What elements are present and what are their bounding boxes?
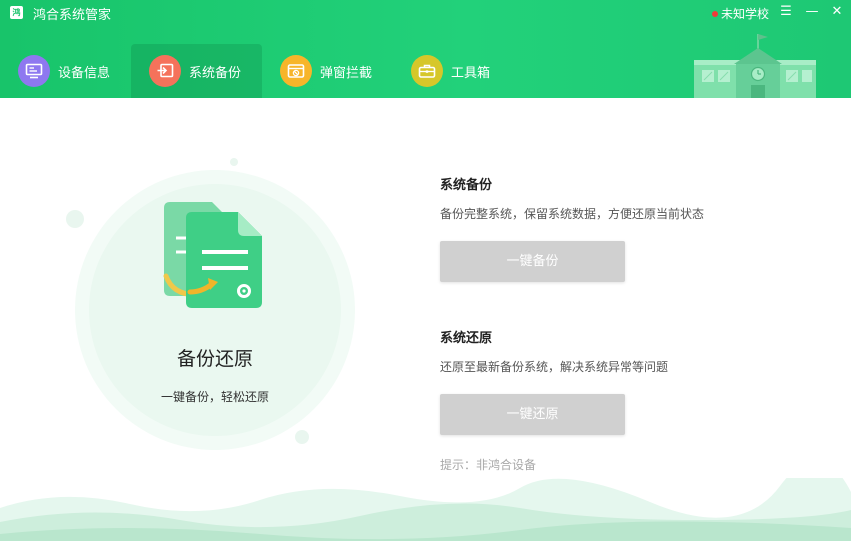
tab-system-backup[interactable]: 系统备份: [131, 44, 262, 98]
title-bar: 鸿 鸿合系统管家 未知学校 ☰ — ✕: [0, 0, 851, 26]
tab-label: 弹窗拦截: [320, 65, 373, 81]
school-name-label: 未知学校: [721, 7, 770, 21]
close-button[interactable]: ✕: [829, 4, 845, 20]
panel-subtitle: 一键备份，轻松还原: [160, 390, 269, 404]
toolbox-icon: [411, 55, 443, 87]
status-dot-icon: [712, 10, 718, 17]
school-building-illustration: [694, 34, 816, 98]
tab-label: 工具箱: [451, 65, 491, 81]
hint-text: 提示：非鸿合设备: [440, 458, 537, 472]
tab-popup-block[interactable]: 弹窗拦截: [262, 44, 393, 98]
panel-title: 备份还原: [176, 348, 253, 370]
document-backup-icon: [163, 202, 262, 308]
one-click-backup-button[interactable]: 一键备份: [440, 241, 625, 282]
restore-heading: 系统还原: [440, 331, 493, 346]
tab-label: 设备信息: [58, 65, 111, 81]
one-click-restore-button[interactable]: 一键还原: [440, 394, 625, 435]
tab-label: 系统备份: [189, 65, 242, 81]
app-title: 鸿合系统管家: [33, 8, 112, 23]
tab-bar: 设备信息 系统备份 弹窗拦截 工具箱: [0, 44, 524, 98]
minimize-button[interactable]: —: [804, 4, 820, 20]
backup-heading: 系统备份: [440, 178, 493, 193]
school-name[interactable]: 未知学校: [712, 5, 769, 22]
tab-toolbox[interactable]: 工具箱: [393, 44, 524, 98]
menu-button[interactable]: ☰: [778, 4, 794, 20]
monitor-icon: [18, 55, 50, 87]
decorative-bubble: [66, 210, 84, 228]
main-content: 备份还原 一键备份，轻松还原 系统备份 备份完整系统，保留系统数据，方便还原当前…: [0, 98, 851, 541]
backup-icon: [149, 55, 181, 87]
header-bar: 鸿 鸿合系统管家 未知学校 ☰ — ✕ 设备信息 系统备份 弹窗拦截 工具箱: [0, 0, 851, 98]
decorative-waves: [0, 478, 851, 541]
decorative-bubble: [295, 430, 309, 444]
restore-description: 还原至最新备份系统，解决系统异常等问题: [440, 360, 669, 374]
backup-description: 备份完整系统，保留系统数据，方便还原当前状态: [440, 207, 705, 221]
decorative-bubble: [230, 158, 238, 166]
app-logo-icon: 鸿: [10, 6, 23, 19]
tab-device-info[interactable]: 设备信息: [0, 44, 131, 98]
popup-block-icon: [280, 55, 312, 87]
